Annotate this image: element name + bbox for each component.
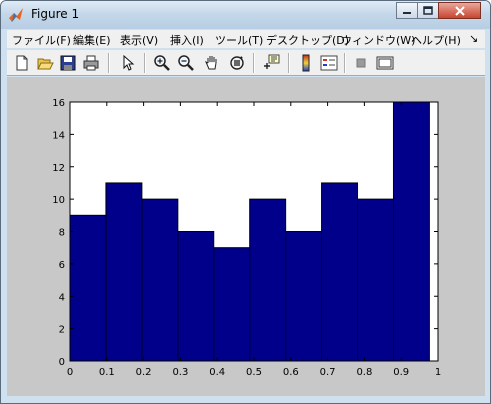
histogram-bar (249, 198, 287, 362)
menu-edit[interactable]: 編集(E) (73, 32, 111, 48)
menu-window[interactable]: ウィンドウ(W) (341, 32, 415, 48)
save-icon[interactable] (59, 54, 77, 72)
data-cursor-icon[interactable] (262, 54, 280, 72)
histogram-bar (321, 182, 359, 362)
menu-desktop[interactable]: デスクトップ(D) (266, 32, 349, 48)
y-tick-label: 4 (59, 292, 65, 303)
x-tick-label: 0.2 (136, 367, 152, 378)
close-icon (454, 5, 465, 16)
histogram-bar (177, 231, 215, 362)
y-tick-label: 16 (52, 98, 65, 109)
x-tick-label: 0 (67, 367, 73, 378)
figure-toolbar (7, 49, 485, 76)
toolbar-separator (144, 53, 146, 73)
colorbar-icon[interactable] (297, 54, 315, 72)
y-tick-label: 6 (59, 260, 65, 271)
menu-tools[interactable]: ツール(T) (215, 32, 263, 48)
histogram-bar (141, 198, 179, 362)
toolbar-separator (344, 53, 346, 73)
print-icon[interactable] (82, 54, 100, 72)
hide-plot-tools-icon[interactable] (352, 54, 370, 72)
x-tick-label: 0.4 (209, 367, 225, 378)
minimize-icon (403, 11, 411, 14)
y-tick-label: 0 (59, 357, 65, 368)
menu-insert[interactable]: 挿入(I) (170, 32, 204, 48)
toolbar-separator (288, 53, 290, 73)
histogram-bar (392, 101, 430, 362)
zoom-out-icon[interactable] (177, 54, 195, 72)
show-plot-tools-icon[interactable] (376, 54, 394, 72)
window-title: Figure 1 (31, 7, 80, 21)
x-tick-label: 0.6 (283, 367, 299, 378)
histogram-bar (357, 198, 394, 362)
matlab-logo-icon (9, 8, 23, 22)
window-bottom-border (1, 396, 490, 403)
title-bar[interactable]: Figure 1 (1, 1, 490, 29)
y-tick-label: 8 (59, 228, 65, 239)
menu-bar: ファイル(F) 編集(E) 表示(V) 挿入(I) ツール(T) デスクトップ(… (7, 30, 485, 48)
menu-overflow-arrow[interactable]: ↘ (469, 32, 478, 45)
open-file-icon[interactable] (36, 54, 54, 72)
x-tick-label: 1 (435, 367, 441, 378)
minimize-button[interactable] (396, 2, 418, 19)
x-tick-label: 0.5 (246, 367, 262, 378)
zoom-in-icon[interactable] (153, 54, 171, 72)
maximize-icon (423, 6, 433, 15)
histogram-bar (213, 247, 251, 362)
x-tick-label: 0.7 (320, 367, 336, 378)
maximize-button[interactable] (417, 2, 439, 19)
legend-icon[interactable] (320, 54, 338, 72)
y-tick-label: 10 (52, 195, 65, 206)
histogram-bar (285, 231, 323, 362)
edit-plot-arrow-icon[interactable] (119, 54, 137, 72)
x-tick-label: 0.8 (356, 367, 372, 378)
figure-canvas: 0 0.1 0.2 0.3 0.4 0.5 0.6 0.7 0.8 0.9 1 0 2 4 6 8 10 12 14… (7, 77, 485, 396)
figure-window: Figure 1 ファイル(F) 編集(E) 表示(V) 挿入(I) ツール(T… (0, 0, 491, 404)
menu-help[interactable]: ヘルプ(H) (411, 32, 461, 48)
menu-view[interactable]: 表示(V) (120, 32, 158, 48)
y-tick-label: 2 (59, 325, 65, 336)
pan-hand-icon[interactable] (203, 54, 221, 72)
y-tick-label: 12 (52, 163, 65, 174)
histogram-chart: 0 0.1 0.2 0.3 0.4 0.5 0.6 0.7 0.8 0.9 102468101214… (52, 98, 441, 378)
toolbar-separator (253, 53, 255, 73)
y-tick-label: 14 (52, 130, 65, 141)
histogram-bar (105, 182, 143, 362)
close-button[interactable] (438, 2, 481, 19)
x-tick-label: 0.1 (99, 367, 115, 378)
new-figure-icon[interactable] (13, 54, 31, 72)
rotate-3d-icon[interactable] (228, 54, 246, 72)
toolbar-separator (108, 53, 110, 73)
histogram-bar (69, 214, 107, 362)
menu-file[interactable]: ファイル(F) (12, 32, 71, 48)
x-tick-label: 0.9 (393, 367, 409, 378)
x-tick-label: 0.3 (172, 367, 188, 378)
